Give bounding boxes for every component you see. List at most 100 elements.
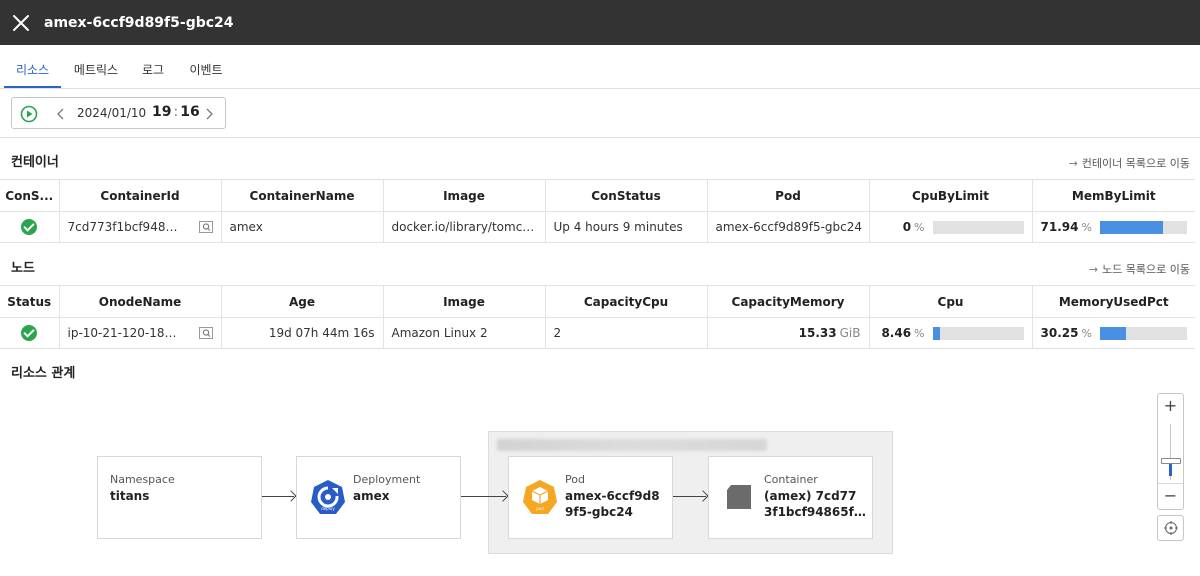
cpu-progress-bar [932,220,1024,234]
tab-metrics[interactable]: 메트릭스 [66,45,126,88]
edge-arrow [673,496,706,497]
namespace-node[interactable]: Namespace titans [97,456,262,539]
container-icon [727,485,751,509]
container-id[interactable]: 7cd773f1bcf948… [68,220,183,234]
tab-events[interactable]: 이벤트 [182,45,230,88]
unit-label: % [1081,326,1092,340]
column-header[interactable]: Pod [707,179,870,212]
cpu-value: 0 [902,220,912,234]
cpu-progress-bar [932,326,1024,340]
node-type: Namespace [110,473,175,486]
divider [0,137,1200,138]
containers-table: ConS... ContainerId ContainerName Image … [0,179,1195,243]
zoom-slider-handle[interactable] [1161,458,1181,464]
window-title: amex-6ccf9d89f5-gbc24 [44,14,234,31]
capacity-cpu-cell: 2 [545,317,708,349]
bar-fill [932,326,941,340]
image-cell: docker.io/library/tomc… [383,211,546,243]
play-icon[interactable] [20,105,38,123]
chevron-left-icon[interactable] [56,108,66,120]
deployment-node[interactable]: deploy Deployment amex [296,456,461,539]
blurred-label [497,439,767,451]
column-header[interactable]: CapacityMemory [707,285,870,318]
node-name-line2: 3f1bcf94865f… [764,505,866,519]
unit-label: % [1081,220,1092,234]
nodes-table: Status OnodeName Age Image CapacityCpu C… [0,285,1195,349]
node-name-line2: 9f5-gbc24 [565,505,633,519]
top-bar: amex-6ccf9d89f5-gbc24 [0,0,1200,45]
node-type: Pod [565,473,585,486]
column-header[interactable]: Cpu [869,285,1033,318]
deployment-icon: deploy [311,480,345,514]
column-header[interactable]: MemoryUsedPct [1032,285,1195,318]
cpu-cell: 8.46 % [869,317,1033,349]
chevron-right-icon[interactable] [204,108,214,120]
close-icon[interactable] [11,13,31,33]
pod-cell: amex-6ccf9d89f5-gbc24 [707,211,870,243]
zoom-level-fill [1169,462,1172,476]
time-label[interactable]: 19:16 [152,104,200,120]
column-header[interactable]: ConStatus [545,179,708,212]
cpu-value: 8.46 [881,326,912,340]
svg-text:pod: pod [536,506,544,511]
edge-arrow [461,496,506,497]
column-header[interactable]: Status [0,285,60,318]
table-row[interactable]: 7cd773f1bcf948… amex docker.io/library/t… [0,211,1195,243]
check-icon [21,325,38,341]
zoom-out-icon[interactable]: − [1158,483,1183,508]
status-cell [0,317,60,349]
arrow-right-icon: → [1068,157,1078,170]
table-row[interactable]: ip-10-21-120-186… 19d 07h 44m 16s Amazon… [0,317,1195,349]
pod-node[interactable]: pod Pod amex-6ccf9d8 9f5-gbc24 [508,456,673,539]
column-header[interactable]: ContainerName [221,179,384,212]
column-header[interactable]: Image [383,179,546,212]
mem-value: 30.25 [1040,326,1079,340]
date-label: 2024/01/10 [77,106,147,120]
container-name-cell: amex [221,211,384,243]
container-node[interactable]: Container (amex) 7cd77 3f1bcf94865f… [708,456,873,539]
center-button[interactable] [1157,515,1184,541]
column-header[interactable]: CpuByLimit [869,179,1033,212]
mem-progress-bar [1099,326,1187,340]
column-header[interactable]: ContainerId [59,179,222,212]
bar-fill [1099,326,1127,340]
image-cell: Amazon Linux 2 [383,317,546,349]
magnify-icon[interactable] [198,221,213,233]
column-header[interactable]: OnodeName [59,285,222,318]
node-name: amex [353,489,390,503]
bar-fill [1099,220,1163,234]
relations-section-title: 리소스 관계 [11,366,76,381]
check-icon [21,219,38,235]
status-cell [0,211,60,243]
table-header-row: Status OnodeName Age Image CapacityCpu C… [0,285,1195,318]
tab-logs[interactable]: 로그 [136,45,170,88]
unit-label: % [914,220,925,234]
container-status-cell: Up 4 hours 9 minutes [545,211,708,243]
tab-resources[interactable]: 리소스 [4,45,61,88]
container-id-cell: 7cd773f1bcf948… [59,211,222,243]
containers-list-link[interactable]: → 컨테이너 목록으로 이동 [1069,155,1190,171]
unit-label: % [914,326,925,340]
magnify-icon[interactable] [198,327,213,339]
zoom-in-icon[interactable]: + [1158,394,1183,419]
cpu-by-limit-cell: 0 % [869,211,1033,243]
arrow-right-icon: → [1088,263,1099,276]
node-name-cell: ip-10-21-120-186… [59,317,222,349]
age-cell: 19d 07h 44m 16s [221,317,384,349]
column-header[interactable]: MemByLimit [1032,179,1195,212]
memory-used-cell: 30.25 % [1032,317,1195,349]
node-name-line1: amex-6ccf9d8 [565,489,660,503]
edge-arrow [262,496,294,497]
column-header[interactable]: ConS... [0,179,60,212]
column-header[interactable]: Age [221,285,384,318]
unit-label: GiB [839,326,861,340]
nodes-list-link[interactable]: → 노드 목록으로 이동 [1089,261,1190,277]
column-header[interactable]: CapacityCpu [545,285,708,318]
time-selector: 2024/01/10 19:16 [11,97,226,129]
node-name: titans [110,489,150,503]
zoom-control: + − [1157,393,1184,510]
table-header-row: ConS... ContainerId ContainerName Image … [0,179,1195,212]
node-name[interactable]: ip-10-21-120-186… [68,326,183,340]
center-icon [1164,521,1178,535]
column-header[interactable]: Image [383,285,546,318]
